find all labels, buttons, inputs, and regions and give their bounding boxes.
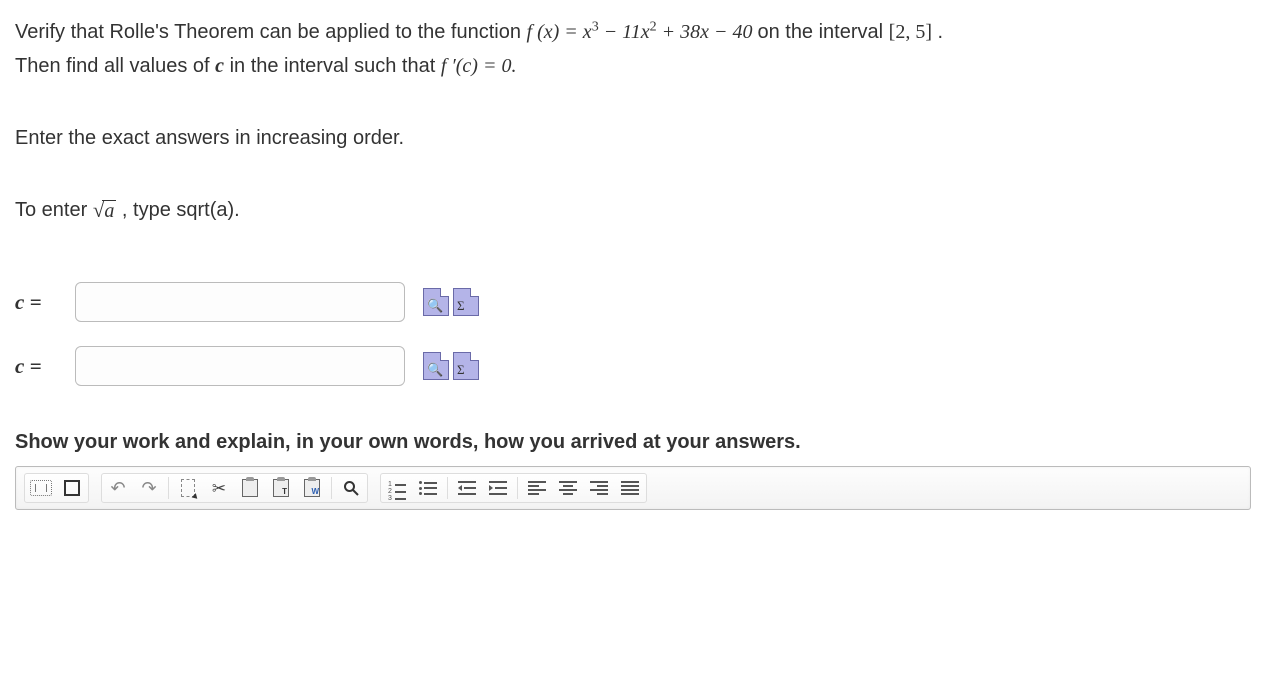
editor-toolbar: ↶ ↷ ✂ 1 2 3 bbox=[15, 466, 1251, 510]
toolbar-group-paragraph: 1 2 3 bbox=[380, 473, 647, 503]
find-button[interactable] bbox=[339, 476, 363, 500]
align-left-button[interactable] bbox=[525, 476, 549, 500]
text-segment: in the interval such that bbox=[230, 55, 441, 77]
source-button[interactable] bbox=[29, 476, 53, 500]
sqrt-expression: √ a bbox=[93, 200, 117, 221]
unordered-list-button[interactable] bbox=[416, 476, 440, 500]
indent-button[interactable] bbox=[486, 476, 510, 500]
math-fprime: f ′(c) = 0. bbox=[441, 55, 517, 77]
paste-word-button[interactable] bbox=[300, 476, 324, 500]
answer-row-2: c = 🔍 Σ bbox=[15, 346, 1251, 386]
align-right-button[interactable] bbox=[587, 476, 611, 500]
text-segment: Verify that Rolle's Theorem can be appli… bbox=[15, 21, 527, 43]
cut-button[interactable]: ✂ bbox=[207, 476, 231, 500]
answer-input-1[interactable] bbox=[75, 282, 405, 322]
math-c: c bbox=[215, 55, 224, 77]
text-segment: , type sqrt(a). bbox=[122, 199, 240, 221]
search-icon bbox=[343, 480, 359, 496]
text-segment: Then find all values of bbox=[15, 55, 215, 77]
text-segment: To enter bbox=[15, 199, 93, 221]
align-justify-button[interactable] bbox=[618, 476, 642, 500]
instruction-order: Enter the exact answers in increasing or… bbox=[15, 121, 1251, 155]
preview-icon[interactable]: 🔍 bbox=[423, 288, 449, 316]
copy-button[interactable] bbox=[238, 476, 262, 500]
paste-text-button[interactable] bbox=[269, 476, 293, 500]
math-interval: [2, 5] bbox=[889, 21, 932, 43]
redo-button[interactable]: ↷ bbox=[137, 476, 161, 500]
answer-input-2[interactable] bbox=[75, 346, 405, 386]
toolbar-group-edit: ↶ ↷ ✂ bbox=[101, 473, 368, 503]
undo-button[interactable]: ↶ bbox=[106, 476, 130, 500]
answer-label: c = bbox=[15, 290, 57, 315]
question-text: Verify that Rolle's Theorem can be appli… bbox=[15, 15, 1251, 83]
toolbar-group-view bbox=[24, 473, 89, 503]
equation-editor-icon[interactable]: Σ bbox=[453, 288, 479, 316]
separator bbox=[447, 477, 448, 499]
math-fx: f (x) = x3 − 11x2 + 38x − 40 bbox=[527, 21, 758, 43]
equation-editor-icon[interactable]: Σ bbox=[453, 352, 479, 380]
ordered-list-button[interactable]: 1 2 3 bbox=[385, 476, 409, 500]
answer-row-1: c = 🔍 Σ bbox=[15, 282, 1251, 322]
separator bbox=[168, 477, 169, 499]
align-center-button[interactable] bbox=[556, 476, 580, 500]
separator bbox=[517, 477, 518, 499]
separator bbox=[331, 477, 332, 499]
preview-icon[interactable]: 🔍 bbox=[423, 352, 449, 380]
instruction-sqrt: To enter √ a , type sqrt(a). bbox=[15, 193, 1251, 227]
fullscreen-button[interactable] bbox=[60, 476, 84, 500]
outdent-button[interactable] bbox=[455, 476, 479, 500]
text-segment: on the interval bbox=[757, 21, 888, 43]
select-all-button[interactable] bbox=[176, 476, 200, 500]
text-segment: . bbox=[938, 21, 944, 43]
show-work-header: Show your work and explain, in your own … bbox=[15, 431, 1251, 454]
answer-label: c = bbox=[15, 354, 57, 379]
